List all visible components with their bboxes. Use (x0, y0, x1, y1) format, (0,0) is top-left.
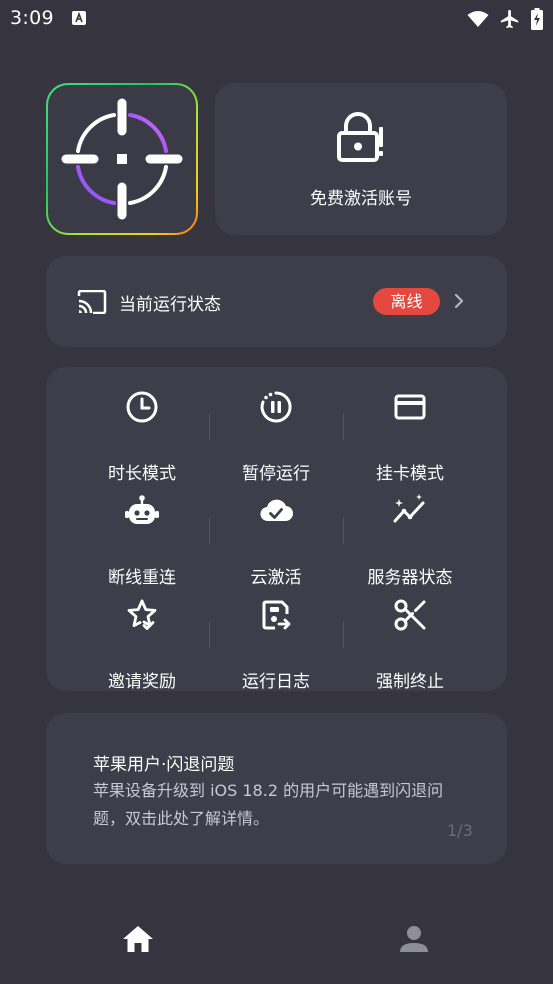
notice-title: 苹果用户·闪退问题 (93, 755, 235, 775)
action-label: 云激活 (250, 568, 302, 588)
cast-icon (77, 290, 107, 314)
action-duration-mode[interactable]: 时长模式 (75, 389, 209, 484)
action-label: 服务器状态 (367, 568, 453, 588)
bottom-nav (0, 900, 553, 984)
action-invite-reward[interactable]: 邀请奖励 (75, 597, 209, 692)
crosshair-logo-icon (61, 98, 183, 220)
app-logo-card[interactable] (46, 83, 198, 235)
cloud-check-icon (260, 499, 294, 522)
battery-charging-icon (531, 8, 543, 30)
status-badge: 离线 (373, 288, 440, 315)
accessibility-notification-icon (72, 11, 86, 25)
notice-body: 苹果设备升级到 iOS 18.2 的用户可能遇到闪退问题，双击此处了解详情。 (93, 781, 444, 828)
airplane-icon (500, 9, 519, 29)
screen: 3:09 免费激活账号 当前运行状态 离线 时长模式 暂停运行 挂卡模式 断线重… (0, 0, 553, 984)
wifi-icon (467, 11, 489, 27)
status-time: 3:09 (10, 7, 54, 29)
action-label: 强制终止 (376, 672, 444, 692)
star-check-icon (127, 599, 157, 630)
action-cloud-activate[interactable]: 云激活 (209, 493, 343, 588)
notice-card[interactable]: 苹果用户·闪退问题 苹果设备升级到 iOS 18.2 的用户可能遇到闪退问题，双… (46, 713, 507, 864)
action-reconnect[interactable]: 断线重连 (75, 493, 209, 588)
status-bar: 3:09 (0, 0, 553, 40)
action-grid-card: 时长模式 暂停运行 挂卡模式 断线重连 云激活 服务器状态 邀请奖励 运行日志 … (46, 367, 507, 692)
card-icon (394, 394, 426, 420)
action-label: 断线重连 (108, 568, 176, 588)
action-label: 运行日志 (242, 672, 310, 692)
action-label: 邀请奖励 (108, 672, 176, 692)
scissors-icon (394, 599, 426, 631)
activate-account-label: 免费激活账号 (310, 189, 412, 209)
action-pause[interactable]: 暂停运行 (209, 389, 343, 484)
log-export-icon (262, 600, 291, 630)
action-label: 时长模式 (108, 464, 176, 484)
pause-icon (260, 391, 292, 423)
action-card-mode[interactable]: 挂卡模式 (343, 389, 477, 484)
lock-alert-icon (337, 112, 383, 162)
chevron-right-icon (454, 293, 464, 309)
action-label: 挂卡模式 (376, 464, 444, 484)
home-icon[interactable] (121, 924, 155, 954)
trend-sparkle-icon (393, 494, 425, 523)
status-icons (467, 8, 543, 30)
action-label: 暂停运行 (242, 464, 310, 484)
action-force-stop[interactable]: 强制终止 (343, 597, 477, 692)
notice-page-indicator: 1/3 (447, 821, 473, 840)
action-run-log[interactable]: 运行日志 (209, 597, 343, 692)
run-status-label: 当前运行状态 (119, 295, 221, 315)
run-status-card[interactable]: 当前运行状态 离线 (46, 256, 507, 347)
action-server-status[interactable]: 服务器状态 (343, 493, 477, 588)
profile-icon[interactable] (399, 924, 429, 954)
robot-icon (125, 495, 159, 524)
activate-account-card[interactable]: 免费激活账号 (215, 83, 507, 235)
clock-icon (126, 391, 158, 423)
